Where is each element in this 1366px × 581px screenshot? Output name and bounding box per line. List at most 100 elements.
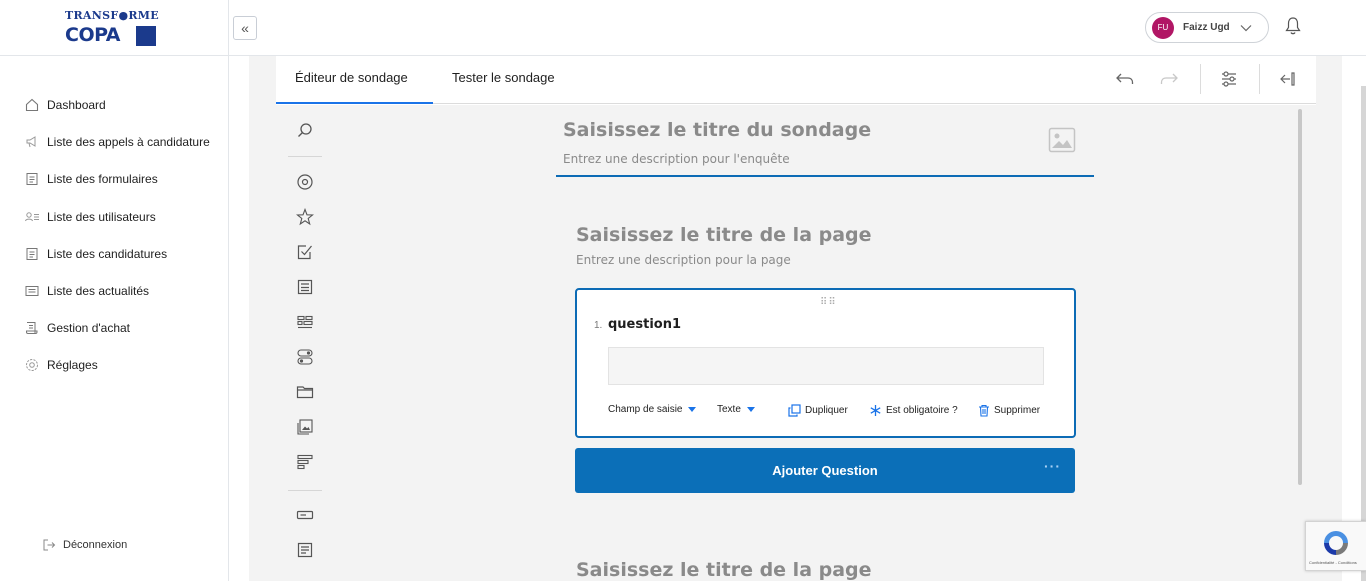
required-label: Est obligatoire ? bbox=[886, 405, 958, 416]
sidebar-item-forms[interactable]: Liste des formulaires bbox=[24, 169, 158, 189]
toolbar-divider bbox=[1259, 64, 1260, 94]
settings-button[interactable] bbox=[1218, 68, 1240, 90]
avatar: FU bbox=[1152, 16, 1174, 39]
gear-icon bbox=[26, 359, 38, 371]
sidebar-item-settings[interactable]: Réglages bbox=[24, 355, 98, 375]
delete-label: Supprimer bbox=[994, 405, 1041, 416]
recaptcha-text: Confidentialité - Conditions bbox=[1309, 560, 1357, 565]
caret-down-icon bbox=[688, 407, 697, 412]
toolbox-divider bbox=[288, 490, 322, 491]
sidebar-item-label: Liste des utilisateurs bbox=[47, 210, 156, 224]
caret-down-icon bbox=[746, 407, 755, 412]
toolbox-comment[interactable] bbox=[295, 540, 315, 560]
question-title[interactable]: question1 bbox=[608, 317, 681, 332]
folder-icon bbox=[296, 386, 314, 399]
sidebar-divider bbox=[0, 55, 229, 56]
trash-icon bbox=[979, 404, 989, 417]
sidebar-item-purchases[interactable]: Gestion d'achat bbox=[24, 318, 130, 338]
toolbox-radiogroup[interactable] bbox=[295, 172, 315, 192]
value-type-label: Texte bbox=[717, 404, 741, 415]
sidebar-item-label: Liste des appels à candidature bbox=[47, 135, 210, 149]
undo-button[interactable] bbox=[1114, 68, 1136, 90]
chevron-down-icon bbox=[1240, 24, 1252, 31]
comment-icon bbox=[297, 542, 313, 558]
user-menu[interactable]: FU Faizz Ugd bbox=[1145, 12, 1269, 43]
toggle-icon bbox=[297, 349, 313, 365]
delete-button[interactable]: Supprimer bbox=[978, 404, 1040, 417]
top-bar: « FU Faizz Ugd bbox=[229, 0, 1366, 56]
toolbox-rating[interactable] bbox=[295, 207, 315, 227]
sidebar-item-label: Liste des actualités bbox=[47, 284, 150, 298]
copy-icon bbox=[788, 404, 801, 417]
toolbox-imagepicker[interactable] bbox=[295, 417, 315, 437]
collapse-panel-button[interactable] bbox=[1276, 68, 1298, 90]
logo-line2: COPA bbox=[65, 24, 120, 46]
tabs-bar: Éditeur de sondage Tester le sondage bbox=[276, 56, 1316, 104]
sidebar-item-dashboard[interactable]: Dashboard bbox=[24, 95, 106, 115]
tab-survey-editor[interactable]: Éditeur de sondage bbox=[295, 70, 408, 85]
add-question-button[interactable]: Ajouter Question ··· bbox=[575, 448, 1075, 493]
news-icon bbox=[25, 286, 39, 296]
checkbox-icon bbox=[297, 245, 312, 260]
sidebar-item-label: Liste des formulaires bbox=[47, 172, 158, 186]
asterisk-icon bbox=[870, 405, 881, 416]
active-tab-indicator bbox=[276, 102, 433, 104]
logout-icon bbox=[43, 539, 56, 551]
sidebar-item-label: Gestion d'achat bbox=[47, 321, 131, 335]
toolbox-text[interactable] bbox=[295, 505, 315, 525]
tagbox-icon bbox=[297, 315, 313, 329]
page-description[interactable]: Entrez une description pour la page bbox=[576, 253, 791, 267]
panel-collapse-icon bbox=[1280, 72, 1295, 86]
input-type-dropdown[interactable]: Champ de saisie bbox=[608, 404, 697, 415]
megaphone-icon bbox=[26, 136, 36, 148]
sidebar-item-users[interactable]: Liste des utilisateurs bbox=[24, 207, 156, 227]
designer-scrollbar[interactable] bbox=[1298, 109, 1302, 485]
survey-title[interactable]: Saisissez le titre du sondage bbox=[563, 119, 871, 141]
recaptcha-badge[interactable]: Confidentialité - Conditions bbox=[1305, 521, 1366, 571]
toolbox-checkbox[interactable] bbox=[295, 242, 315, 262]
user-name: Faizz Ugd bbox=[1183, 22, 1230, 33]
survey-description[interactable]: Entrez une description pour l'enquête bbox=[563, 152, 790, 166]
logo-line1: TRANSF●RME bbox=[65, 9, 159, 22]
redo-button[interactable] bbox=[1158, 68, 1180, 90]
sidebar-item-news[interactable]: Liste des actualités bbox=[24, 281, 149, 301]
page-title[interactable]: Saisissez le titre de la page bbox=[576, 224, 872, 246]
form-icon bbox=[26, 173, 38, 185]
dropdown-icon bbox=[297, 279, 313, 295]
toolbox-boolean[interactable] bbox=[295, 347, 315, 367]
survey-creator: Éditeur de sondage Tester le sondage Sai… bbox=[276, 56, 1316, 581]
logo-placeholder-icon[interactable] bbox=[1048, 127, 1076, 153]
logo-badge bbox=[136, 26, 156, 46]
bell-icon[interactable] bbox=[1284, 16, 1302, 36]
collapse-sidebar-button[interactable]: « bbox=[233, 16, 257, 40]
required-toggle[interactable]: Est obligatoire ? bbox=[869, 404, 958, 417]
sidebar-item-applications[interactable]: Liste des candidatures bbox=[24, 244, 167, 264]
logout-button[interactable]: Déconnexion bbox=[42, 538, 127, 552]
tab-test-survey[interactable]: Tester le sondage bbox=[452, 70, 555, 85]
sidebar-item-label: Liste des candidatures bbox=[47, 247, 168, 261]
toolbox-ranking[interactable] bbox=[295, 452, 315, 472]
design-surface: Saisissez le titre du sondage Entrez une… bbox=[276, 105, 1316, 581]
text-input-icon bbox=[296, 510, 314, 520]
input-type-label: Champ de saisie bbox=[608, 404, 683, 415]
app-root: TRANSF●RME COPA Dashboard Liste des appe… bbox=[0, 0, 1366, 581]
image-picker-icon bbox=[297, 419, 313, 435]
sidebar-item-calls[interactable]: Liste des appels à candidature bbox=[24, 132, 210, 152]
drag-handle-icon[interactable]: ⠿⠿ bbox=[820, 297, 837, 308]
toolbox-dropdown[interactable] bbox=[295, 277, 315, 297]
question-answer-field[interactable] bbox=[608, 347, 1044, 385]
sidebar-item-label: Dashboard bbox=[47, 98, 106, 112]
toolbox-search[interactable] bbox=[295, 121, 315, 141]
question-card[interactable]: ⠿⠿ 1. question1 Champ de saisie Texte Du… bbox=[575, 288, 1076, 438]
toolbox-file[interactable] bbox=[295, 382, 315, 402]
more-options-icon[interactable]: ··· bbox=[1044, 458, 1061, 474]
duplicate-button[interactable]: Dupliquer bbox=[788, 404, 848, 417]
document-icon bbox=[26, 248, 38, 260]
redo-icon bbox=[1160, 73, 1178, 84]
receipt-icon bbox=[26, 322, 38, 334]
page-title[interactable]: Saisissez le titre de la page bbox=[576, 559, 872, 581]
survey-header: Saisissez le titre du sondage Entrez une… bbox=[556, 105, 1094, 177]
page-scrollbar[interactable] bbox=[1361, 86, 1366, 581]
value-type-dropdown[interactable]: Texte bbox=[717, 404, 755, 415]
toolbox-tagbox[interactable] bbox=[295, 312, 315, 332]
